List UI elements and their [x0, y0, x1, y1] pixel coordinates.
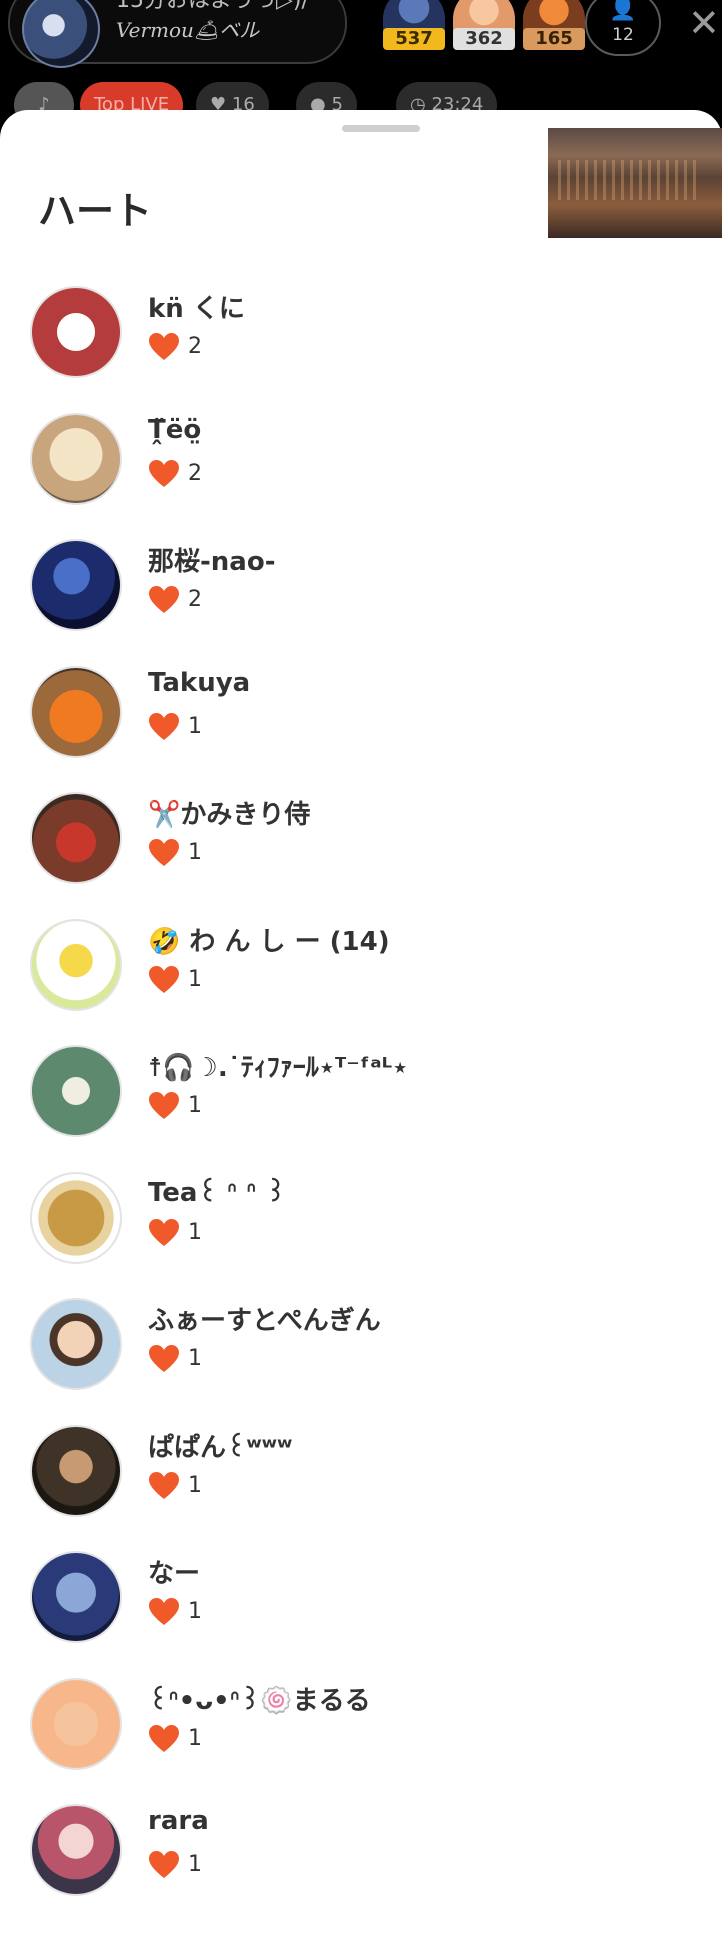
heart-icon — [148, 838, 180, 868]
user-name: ぱぱん꒰ʷʷʷ — [148, 1432, 293, 1463]
heart-count-value: 2 — [188, 587, 202, 612]
list-item[interactable]: 🤣 わ ん し ー (14) 1 — [0, 913, 722, 1040]
host-stream-title: 15分おはようっ▷)/ — [116, 0, 309, 13]
heart-count-value: 1 — [188, 840, 202, 865]
avatar[interactable] — [30, 412, 122, 505]
heart-icon — [148, 332, 180, 362]
user-name: 🤣 わ ん し ー (14) — [148, 926, 390, 957]
list-item[interactable]: rara 1 — [0, 1798, 722, 1925]
user-name: Takuya — [148, 667, 251, 698]
top-gifter-2[interactable]: 362 — [453, 0, 515, 54]
host-name: Vermou🛎ベル — [116, 18, 260, 42]
list-item[interactable]: kn̈ くに 2 — [0, 280, 722, 407]
list-item[interactable]: なー 1 — [0, 1545, 722, 1672]
user-name: kn̈ くに — [148, 294, 245, 324]
avatar[interactable] — [30, 665, 122, 758]
user-name: Ṱ̈ëö̤ — [148, 414, 202, 445]
hearts-sheet: ハート kn̈ くに 2 Ṱ̈ëö̤ 2 那桜-nao- 2 Takuya 1 ✂️かみきり侍 1… — [0, 110, 722, 1940]
list-item[interactable]: Tea꒰ ᐢ ᐢ ꒱ 1 — [0, 1166, 722, 1293]
heart-icon — [148, 585, 180, 615]
viewer-count-button[interactable]: 👤 12 — [585, 0, 661, 56]
top-gifter-1[interactable]: 537 — [383, 0, 445, 54]
list-item[interactable]: 那桜-nao- 2 — [0, 533, 722, 660]
viewer-count: 12 — [612, 25, 634, 45]
heart-count-value: 1 — [188, 1725, 202, 1751]
list-item[interactable]: Ṱ̈ëö̤ 2 — [0, 407, 722, 534]
gifter-score: 165 — [523, 28, 585, 50]
host-avatar[interactable] — [22, 0, 100, 68]
heart-icon — [148, 1091, 180, 1121]
gifter-score: 537 — [383, 28, 445, 50]
list-item[interactable]: ꒰ᐢ•ᴗ•ᐢ꒱🍥まるる 1 — [0, 1672, 722, 1799]
heart-icon — [148, 1218, 180, 1248]
user-name: ふぁーすとぺんぎん — [148, 1306, 381, 1336]
user-name: ☨🎧☽.˙ﾃｨﾌｧｰﾙ⋆ᵀ⁻ᶠᵃᴸ⋆ — [148, 1053, 409, 1083]
list-item[interactable]: ぱぱん꒰ʷʷʷ 1 — [0, 1419, 722, 1546]
avatar[interactable] — [30, 792, 122, 884]
top-gifter-3[interactable]: 165 — [523, 0, 585, 54]
user-name: なー — [148, 1559, 201, 1589]
avatar[interactable] — [30, 1298, 122, 1390]
drag-handle[interactable] — [342, 125, 420, 132]
heart-count-value: 1 — [188, 1852, 202, 1877]
list-item[interactable]: ☨🎧☽.˙ﾃｨﾌｧｰﾙ⋆ᵀ⁻ᶠᵃᴸ⋆ 1 — [0, 1039, 722, 1166]
user-name: ꒰ᐢ•ᴗ•ᐢ꒱🍥まるる — [148, 1685, 371, 1716]
heart-icon — [148, 459, 180, 489]
user-name: rara — [148, 1806, 209, 1836]
list-item[interactable]: ふぁーすとぺんぎん 1 — [0, 1292, 722, 1419]
heart-count-value: 1 — [188, 1599, 202, 1624]
avatar[interactable] — [30, 286, 122, 378]
heart-count-value: 2 — [188, 334, 202, 359]
heart-count-value: 2 — [188, 460, 202, 486]
close-icon[interactable]: ✕ — [688, 4, 720, 42]
user-name: 那桜-nao- — [148, 547, 276, 577]
list-item[interactable]: ✂️かみきり侍 1 — [0, 786, 722, 913]
gifter-score: 362 — [453, 28, 515, 50]
avatar[interactable] — [30, 1804, 122, 1896]
heart-icon — [148, 1597, 180, 1627]
avatar[interactable] — [30, 1045, 122, 1137]
stream-preview-thumbnail[interactable] — [548, 128, 722, 238]
heart-count-value: 1 — [188, 713, 202, 739]
heart-icon — [148, 1850, 180, 1880]
avatar[interactable] — [30, 539, 122, 631]
avatar[interactable] — [30, 1171, 122, 1264]
heart-icon — [148, 1344, 180, 1374]
heart-count-value: 1 — [188, 1093, 202, 1118]
user-icon: 👤 — [609, 0, 637, 22]
avatar[interactable] — [30, 1424, 122, 1517]
avatar[interactable] — [30, 1677, 122, 1770]
host-info-pill[interactable]: 15分おはようっ▷)/ Vermou🛎ベル — [8, 0, 347, 68]
user-name: Tea꒰ ᐢ ᐢ ꒱ — [148, 1177, 286, 1208]
heart-icon — [148, 965, 180, 995]
heart-icon — [148, 1471, 180, 1501]
list-item[interactable]: Takuya 1 — [0, 660, 722, 787]
heart-icon — [148, 1724, 180, 1754]
heart-count-value: 1 — [188, 966, 202, 992]
heart-user-list: kn̈ くに 2 Ṱ̈ëö̤ 2 那桜-nao- 2 Takuya 1 ✂️かみきり侍 1 🤣 わ … — [0, 280, 722, 1925]
user-name: ✂️かみきり侍 — [148, 800, 311, 830]
heart-count-value: 1 — [188, 1219, 202, 1245]
avatar[interactable] — [30, 1551, 122, 1643]
heart-icon — [148, 712, 180, 742]
sheet-title: ハート — [38, 189, 153, 233]
avatar[interactable] — [30, 918, 122, 1011]
heart-count-value: 1 — [188, 1346, 202, 1371]
heart-count-value: 1 — [188, 1472, 202, 1498]
